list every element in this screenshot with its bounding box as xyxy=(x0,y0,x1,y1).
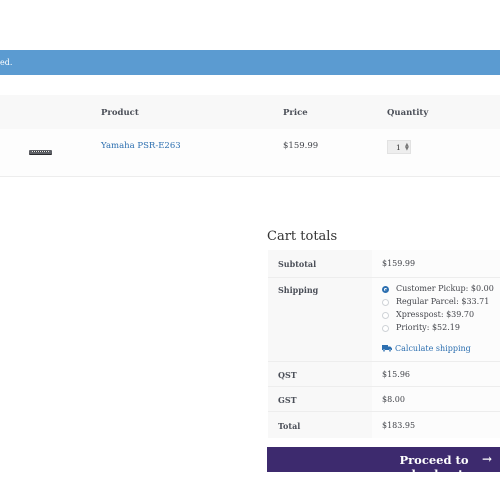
gst-value: $8.00 xyxy=(382,395,405,404)
qst-row: QST $15.96 xyxy=(268,361,500,387)
total-row: Total $183.95 xyxy=(268,411,500,438)
total-value: $183.95 xyxy=(382,421,416,430)
quantity-value[interactable]: 1 xyxy=(396,143,401,152)
shipping-radio-priority[interactable] xyxy=(382,325,389,332)
arrow-right-icon: → xyxy=(482,452,493,466)
shipping-option-label[interactable]: Regular Parcel: $33.71 xyxy=(396,297,489,306)
shipping-option-label[interactable]: Xpresspost: $39.70 xyxy=(396,310,474,319)
keyboard-thumbnail-icon[interactable] xyxy=(29,150,52,154)
cart-table-header: Product Price Quantity xyxy=(0,95,500,129)
quantity-spinner-icon[interactable]: ▲ ▼ xyxy=(405,143,409,152)
cart-totals-title: Cart totals xyxy=(267,229,338,244)
proceed-to-checkout-button[interactable]: Proceed to checkout → xyxy=(267,447,500,481)
checkout-button-label[interactable]: Proceed to checkout xyxy=(368,453,500,481)
shipping-radio-customer-pickup[interactable] xyxy=(382,286,389,293)
qst-label: QST xyxy=(278,370,297,380)
subtotal-value: $159.99 xyxy=(382,259,416,268)
calculate-shipping-text[interactable]: Calculate shipping xyxy=(395,344,471,353)
cart-item-row: Yamaha PSR-E263 $159.99 1 ▲ ▼ xyxy=(0,129,500,177)
truck-icon xyxy=(382,345,392,352)
shipping-label: Shipping xyxy=(278,285,319,295)
subtotal-row: Subtotal $159.99 xyxy=(268,250,500,277)
shipping-radio-xpresspost[interactable] xyxy=(382,312,389,319)
product-name-link[interactable]: Yamaha PSR-E263 xyxy=(101,141,181,151)
item-price: $159.99 xyxy=(283,141,319,151)
product-column-header: Product xyxy=(101,108,139,118)
subtotal-label: Subtotal xyxy=(278,259,317,269)
total-label: Total xyxy=(278,421,301,431)
shipping-radio-regular-parcel[interactable] xyxy=(382,299,389,306)
shipping-row: Shipping Customer Pickup: $0.00 Regular … xyxy=(268,277,500,362)
calculate-shipping-link[interactable]: Calculate shipping xyxy=(382,344,471,353)
info-notice-banner: ed. xyxy=(0,50,500,75)
shipping-option-label[interactable]: Priority: $52.19 xyxy=(396,323,460,332)
notice-text: ed. xyxy=(0,58,13,67)
gst-label: GST xyxy=(278,395,297,405)
gst-row: GST $8.00 xyxy=(268,386,500,412)
price-column-header: Price xyxy=(283,108,308,118)
quantity-column-header: Quantity xyxy=(387,108,429,118)
shipping-option-label[interactable]: Customer Pickup: $0.00 xyxy=(396,284,494,293)
qst-value: $15.96 xyxy=(382,370,410,379)
quantity-stepper[interactable]: 1 ▲ ▼ xyxy=(387,140,411,154)
